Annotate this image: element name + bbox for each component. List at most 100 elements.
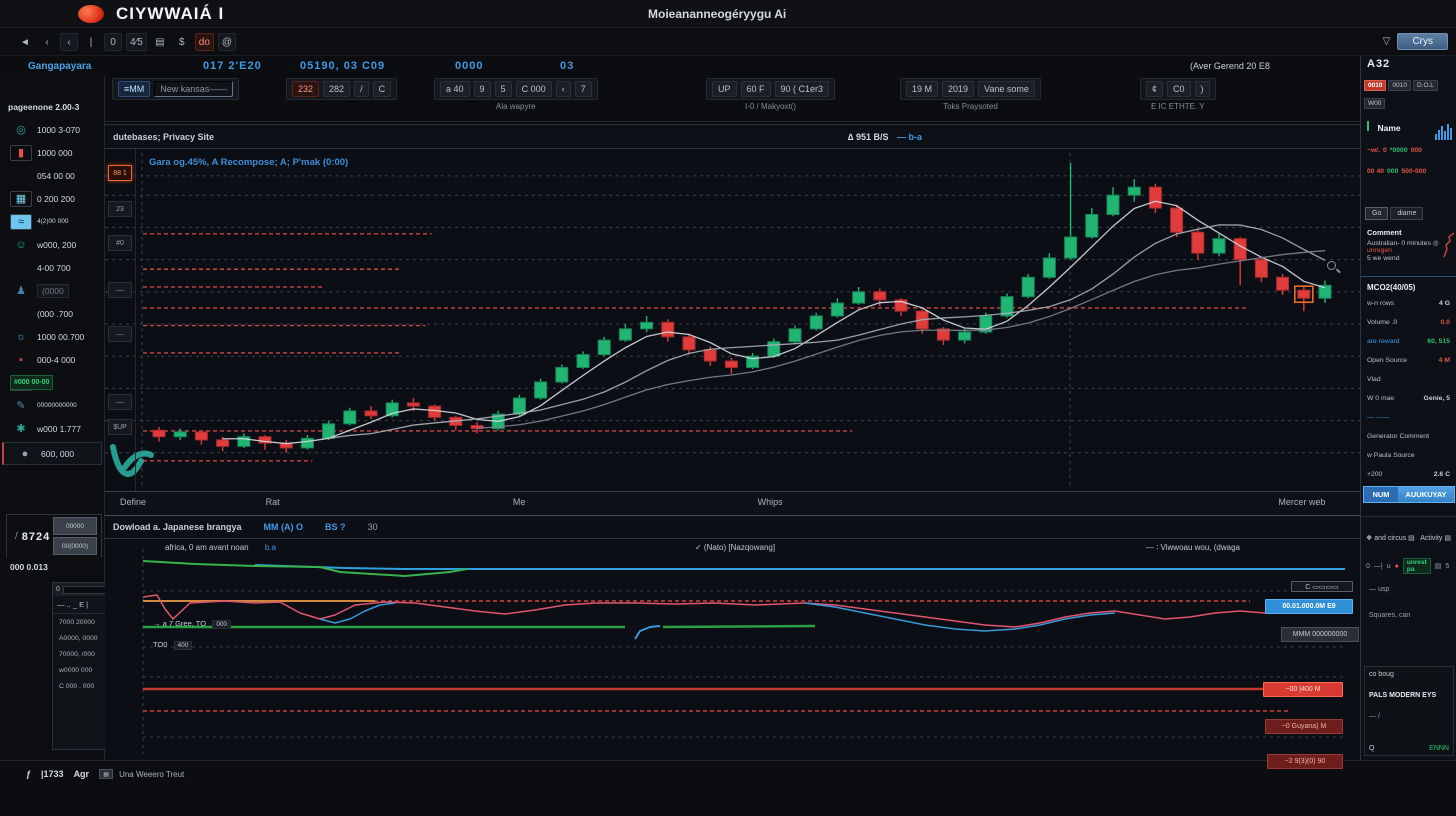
toolbar-button[interactable]: C 000 [516,81,552,97]
alert-badge-red[interactable]: ~00 |400 M [1263,682,1343,697]
cursor-icon[interactable]: | [82,33,100,51]
toolbar-button[interactable]: 90 ( C1er3 [775,81,830,97]
stat-row[interactable]: W 0 maeGenie, 5 [1361,389,1456,408]
chevron-left-icon[interactable]: ‹ [60,33,78,51]
toolbar-button[interactable]: 282 [323,81,350,97]
stat-row[interactable]: +2002.6 C [1361,465,1456,484]
order-button[interactable]: 0010 [1388,80,1410,91]
toolbar-button[interactable]: 9 [474,81,491,97]
watchlist-item[interactable]: ▮#000 00-00 [0,371,104,394]
menu-item[interactable]: A0000, 0000 [53,630,109,646]
toolbar-button[interactable]: 7 [575,81,592,97]
order-toolbar-icon[interactable]: ● [1395,563,1399,570]
ratio-icon[interactable]: 4⁄5 [126,33,147,51]
watchlist-item[interactable]: ◎1000 3-070 [0,118,104,141]
dropdown-field[interactable] [63,586,106,594]
stat-row[interactable]: w-n rows4 G [1361,294,1456,313]
stat-row[interactable]: are reward60, 515 [1361,332,1456,351]
watchlist-item[interactable]: ▮1000 000 [0,141,104,164]
indicator-sub-link[interactable]: b.a [265,543,276,552]
buy-button[interactable]: AUUKUYAY [1398,487,1454,502]
toolbar-button[interactable]: 5 [495,81,512,97]
buy-sell-bar[interactable]: NUM AUUKUYAY [1363,486,1455,503]
chart-tool-button[interactable]: 88 1 [108,165,132,181]
watchlist-item[interactable]: ▪000-4 000 [0,348,104,371]
order-toolbar-icon[interactable]: 5 [1445,563,1449,570]
right-panel-tab-Go[interactable]: Go [1365,207,1388,220]
menu-item[interactable]: 70000, /000 [53,646,109,662]
order-button[interactable]: W00 [1364,98,1385,109]
alert-badge-field[interactable]: C ▭▭▭▭ [1291,581,1353,592]
info-box-foot-right[interactable]: ENNN [1429,745,1449,752]
dropdown-row[interactable]: — .. _ E | [53,596,109,614]
indicator-period[interactable]: 30 [368,522,378,532]
chart-tool-button[interactable]: $UP [108,419,132,435]
back-all-icon[interactable]: ◄ [16,33,34,51]
order-toolbar-icon[interactable]: —| [1374,563,1383,570]
chart-tool-button[interactable]: 23 [108,201,132,217]
summary-row[interactable]: / 8724 00000 00(0000) [6,514,102,558]
back-icon[interactable]: ‹ [38,33,56,51]
menu-item[interactable]: 7000 20000 [53,614,109,630]
orders-header-left[interactable]: ❖ and circus ▤ [1366,534,1415,542]
order-toolbar-icon[interactable]: ▤ [1435,562,1442,570]
toolbar-button[interactable]: C [373,81,392,97]
chart-header-link[interactable]: — b-a [897,132,922,142]
summary-button-2[interactable]: 00(0000) [53,537,97,555]
stat-row[interactable]: Generator Comment [1361,427,1456,446]
layers-icon[interactable]: ▤ [151,33,169,51]
dollar-icon[interactable]: $ [173,33,191,51]
toolbar-button[interactable]: Vane some [978,81,1035,97]
candlestick-chart[interactable]: Gara og.45%, A Recompose; A; P'mak (0:00… [105,149,1360,491]
menu-item[interactable]: w0000 000 [53,662,109,678]
indicator-chart[interactable]: africa, 0 am avant noan b.a ✓ (Nato) [Na… [105,539,1360,760]
watchlist-item[interactable]: 4-00 700 [0,256,104,279]
toolbar-button[interactable]: 60 F [741,81,771,97]
tray-icon[interactable]: ▽ [1377,33,1395,51]
toolbar-button[interactable]: a 40 [440,81,470,97]
toolbar-button[interactable]: New kansas—— [154,81,233,97]
sell-button[interactable]: NUM [1364,487,1398,502]
watchlist-item[interactable]: (000 .700 [0,302,104,325]
watchlist-item[interactable]: ✎00000000000 [0,394,104,417]
toolbar-button[interactable]: ≡MM [118,81,150,97]
stat-row[interactable]: Vlad [1361,370,1456,389]
watchlist-item[interactable]: ☺w000, 200 [0,233,104,256]
connect-button[interactable]: Crys [1397,33,1448,50]
order-button[interactable]: D.O.L [1413,80,1438,91]
watchlist-item[interactable]: ☼1000 00.700 [0,325,104,348]
at-icon[interactable]: @ [218,33,236,51]
chart-tool-button[interactable]: — [108,326,132,342]
toolbar-button[interactable]: ¢ [1146,81,1163,97]
chart-tool-button[interactable]: — [108,394,132,410]
stat-row[interactable]: Volume .00.0 [1361,313,1456,332]
chart-tool-button[interactable]: #0 [108,235,132,251]
stat-row[interactable]: w Paula Source [1361,446,1456,465]
magnifier-icon[interactable] [1327,261,1336,270]
order-toolbar-icon[interactable]: 0 [1366,563,1370,570]
watchlist-item[interactable]: ✱w000 1.777 [0,417,104,440]
toolbar-button[interactable]: C0 [1167,81,1191,97]
alert-badge-darkred[interactable]: ~2 9(3)(0) 90 [1267,754,1343,769]
indicator-link-2[interactable]: BS ? [325,522,346,532]
menu-item[interactable]: C 000 , 000 [53,678,109,694]
watchlist-item[interactable]: ♟(0000 [0,279,104,302]
order-toolbar-icon[interactable]: u [1387,563,1391,570]
stat-row[interactable]: Open Source4 M [1361,351,1456,370]
orders-header-right[interactable]: Activity ▤ [1420,534,1451,542]
summary-button-1[interactable]: 00000 [53,517,97,535]
toolbar-button[interactable]: ) [1195,81,1210,97]
chart-tool-button[interactable]: — [108,282,132,298]
toolbar-button[interactable]: 19 M [906,81,938,97]
stat-row[interactable]: — —— [1361,408,1456,427]
info-box-foot-left[interactable]: Q [1369,745,1374,752]
watchlist-item[interactable]: ▦0 200 200 [0,187,104,210]
autotrade-icon[interactable]: do [195,33,214,51]
toolbar-button[interactable]: / [354,81,369,97]
dropdown-header[interactable]: 0 [53,583,109,596]
alert-badge-gray[interactable]: MMM 000000000 [1281,627,1359,642]
toolbar-button[interactable]: 232 [292,81,319,97]
right-panel-tab-diame[interactable]: diame [1390,207,1423,220]
watchlist-item[interactable]: ≈4(2)00 000 [0,210,104,233]
alert-badge-blue[interactable]: 00.01.000.0M E9 [1265,599,1353,614]
